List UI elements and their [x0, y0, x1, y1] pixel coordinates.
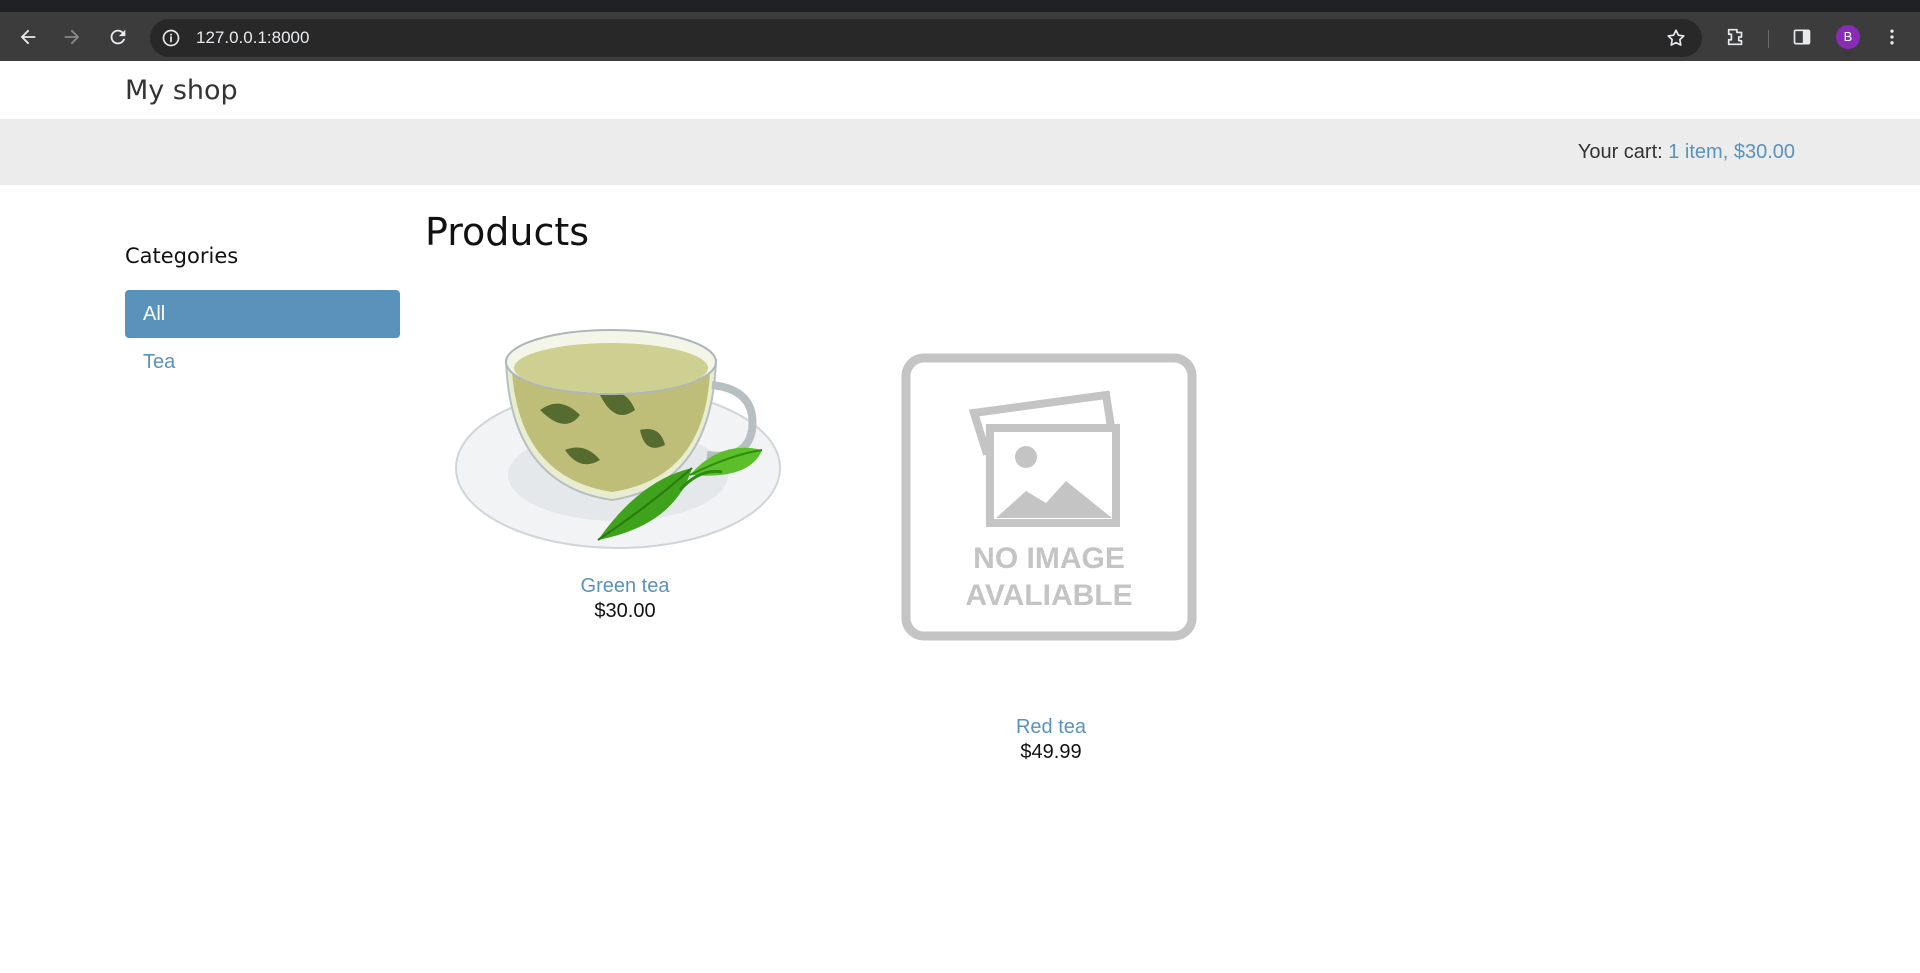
cart-label: Your cart: [1577, 141, 1663, 163]
address-url[interactable]: 127.0.0.1:8000 [196, 28, 309, 48]
browser-chrome: 127.0.0.1:8000 B [0, 0, 1920, 61]
arrow-right-icon [64, 29, 80, 44]
toolbar-separator [1768, 30, 1769, 48]
product-price: $30.00 [594, 600, 656, 622]
profile-avatar[interactable]: B [1828, 12, 1868, 61]
categories-title: Categories [125, 244, 239, 268]
no-image-placeholder[interactable]: NO IMAGE AVALIABLE [876, 353, 1226, 648]
reload-icon [110, 29, 126, 44]
arrow-left-icon [20, 29, 36, 44]
category-item-tea[interactable]: Tea [125, 338, 400, 386]
green-tea-image[interactable] [450, 300, 800, 575]
category-list: All Tea [125, 290, 400, 386]
cart-summary: Your cart: 1 item, $30.00 [1578, 141, 1795, 164]
product-card-red-tea: NO IMAGE AVALIABLE Red tea $49.99 [876, 353, 1226, 764]
info-icon[interactable] [160, 27, 182, 49]
product-price: $49.99 [1020, 741, 1082, 763]
cart-bar: Your cart: 1 item, $30.00 [0, 119, 1920, 185]
back-button[interactable] [6, 12, 50, 61]
product-card-green-tea: Green tea $30.00 [450, 300, 800, 623]
page-title: Products [425, 210, 590, 254]
reload-button[interactable] [96, 12, 140, 61]
product-name-link[interactable]: Green tea [450, 575, 800, 598]
browser-toolbar: 127.0.0.1:8000 B [0, 12, 1920, 61]
cart-link[interactable]: 1 item, $30.00 [1668, 141, 1795, 163]
categories-sidebar: Categories All Tea [125, 244, 400, 386]
extensions-icon[interactable] [1716, 12, 1756, 61]
category-item-all[interactable]: All [125, 290, 400, 338]
site-header: My shop [0, 61, 1920, 119]
side-panel-icon[interactable] [1782, 12, 1822, 61]
browser-menu-icon[interactable] [1872, 12, 1912, 61]
bookmark-star-icon[interactable] [1664, 26, 1688, 50]
no-image-line-2: AVALIABLE [965, 579, 1132, 612]
tab-strip [0, 0, 1920, 12]
forward-button[interactable] [50, 12, 94, 61]
avatar: B [1836, 24, 1860, 49]
no-image-line-1: NO IMAGE [973, 542, 1125, 575]
address-bar[interactable]: 127.0.0.1:8000 [150, 19, 1702, 57]
product-name-link[interactable]: Red tea [876, 716, 1226, 739]
site-logo[interactable]: My shop [125, 75, 238, 106]
